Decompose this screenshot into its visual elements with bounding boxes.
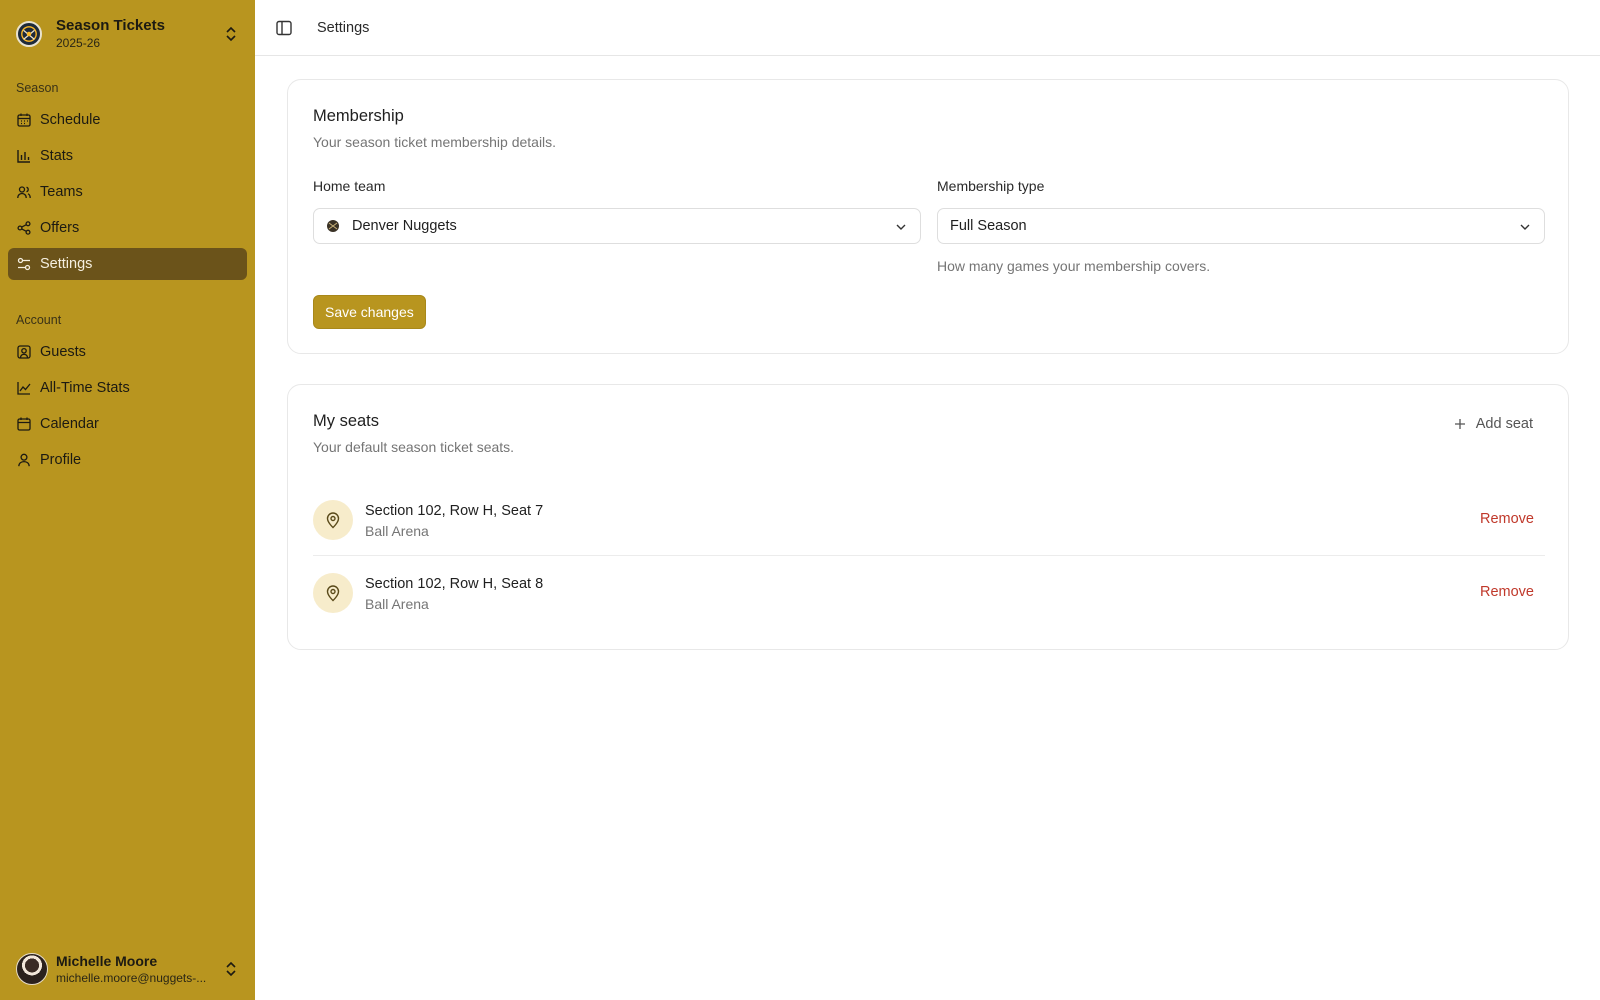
sidebar-item-calendar[interactable]: Calendar bbox=[8, 408, 247, 440]
home-team-value: Denver Nuggets bbox=[352, 218, 457, 234]
membership-card: Membership Your season ticket membership… bbox=[287, 79, 1569, 354]
sidebar: Season Tickets 2025-26 Season Schedule S… bbox=[0, 0, 255, 1000]
seat-title: Section 102, Row H, Seat 7 bbox=[365, 503, 544, 519]
sidebar-item-profile[interactable]: Profile bbox=[8, 444, 247, 476]
sidebar-item-offers[interactable]: Offers bbox=[8, 212, 247, 244]
seat-title: Section 102, Row H, Seat 8 bbox=[365, 576, 544, 592]
sidebar-item-all-time-stats[interactable]: All-Time Stats bbox=[8, 372, 247, 404]
chevron-updown-icon bbox=[223, 24, 239, 44]
seat-venue: Ball Arena bbox=[365, 523, 429, 539]
map-pin-icon bbox=[313, 500, 353, 540]
section-label-account: Account bbox=[16, 313, 62, 327]
home-team-label: Home team bbox=[313, 178, 386, 194]
team-logo-icon bbox=[326, 219, 340, 233]
sidebar-item-label: Settings bbox=[40, 256, 93, 272]
app-subtitle: 2025-26 bbox=[56, 36, 101, 50]
avatar bbox=[16, 953, 48, 985]
membership-type-value: Full Season bbox=[950, 218, 1027, 234]
sidebar-item-settings[interactable]: Settings bbox=[8, 248, 247, 280]
add-seat-button[interactable]: Add seat bbox=[1453, 416, 1533, 432]
membership-type-label: Membership type bbox=[937, 178, 1045, 194]
list-item: Section 102, Row H, Seat 7 Ball Arena Re… bbox=[313, 484, 1545, 556]
sidebar-item-label: Profile bbox=[40, 452, 82, 468]
remove-seat-button[interactable]: Remove bbox=[1480, 511, 1534, 527]
seats-title: My seats bbox=[313, 412, 380, 430]
bar-chart-icon bbox=[17, 149, 31, 163]
sidebar-item-stats[interactable]: Stats bbox=[8, 140, 247, 172]
seats-description: Your default season ticket seats. bbox=[313, 439, 515, 455]
contact-icon bbox=[17, 345, 31, 359]
sidebar-item-label: Calendar bbox=[40, 416, 99, 432]
sidebar-item-label: Stats bbox=[40, 148, 74, 164]
user-name: Michelle Moore bbox=[56, 952, 158, 969]
chevron-down-icon bbox=[894, 220, 908, 234]
remove-seat-button[interactable]: Remove bbox=[1480, 584, 1534, 600]
share-icon bbox=[17, 221, 31, 235]
map-pin-icon bbox=[313, 573, 353, 613]
chevron-updown-icon bbox=[223, 959, 239, 979]
seats-card: My seats Your default season ticket seat… bbox=[287, 384, 1569, 650]
save-button[interactable]: Save changes bbox=[313, 295, 426, 329]
sidebar-item-label: All-Time Stats bbox=[40, 380, 130, 396]
team-switcher[interactable]: Season Tickets 2025-26 bbox=[16, 14, 243, 54]
sidebar-toggle-icon[interactable] bbox=[275, 19, 293, 37]
seat-venue: Ball Arena bbox=[365, 596, 429, 612]
membership-type-helper: How many games your membership covers. bbox=[937, 258, 1211, 274]
section-label-season: Season bbox=[16, 81, 59, 95]
membership-description: Your season ticket membership details. bbox=[313, 134, 557, 150]
sidebar-item-schedule[interactable]: Schedule bbox=[8, 104, 247, 136]
user-menu[interactable]: Michelle Moore michelle.moore@nuggets-..… bbox=[16, 952, 243, 986]
sidebar-item-label: Teams bbox=[40, 184, 83, 200]
list-item: Section 102, Row H, Seat 8 Ball Arena Re… bbox=[313, 557, 1545, 629]
app-title: Season Tickets bbox=[56, 17, 165, 34]
user-icon bbox=[17, 453, 31, 467]
chevron-down-icon bbox=[1518, 220, 1532, 234]
line-chart-icon bbox=[17, 381, 31, 395]
calendar-icon bbox=[17, 417, 31, 431]
membership-title: Membership bbox=[313, 107, 404, 125]
sidebar-item-guests[interactable]: Guests bbox=[8, 336, 247, 368]
page-title: Settings bbox=[317, 19, 370, 36]
membership-type-select[interactable]: Full Season bbox=[937, 208, 1545, 244]
home-team-select[interactable]: Denver Nuggets bbox=[313, 208, 921, 244]
sidebar-item-label: Guests bbox=[40, 344, 86, 360]
user-email: michelle.moore@nuggets-... bbox=[56, 970, 207, 985]
users-icon bbox=[17, 185, 31, 199]
team-logo-icon bbox=[16, 21, 42, 47]
add-seat-label: Add seat bbox=[1475, 416, 1533, 432]
sidebar-item-label: Schedule bbox=[40, 112, 101, 128]
sliders-icon bbox=[17, 257, 31, 271]
sidebar-item-label: Offers bbox=[40, 220, 80, 236]
sidebar-item-teams[interactable]: Teams bbox=[8, 176, 247, 208]
topbar: Settings bbox=[255, 0, 1600, 56]
plus-icon bbox=[1453, 417, 1467, 431]
calendar-grid-icon bbox=[17, 113, 31, 127]
